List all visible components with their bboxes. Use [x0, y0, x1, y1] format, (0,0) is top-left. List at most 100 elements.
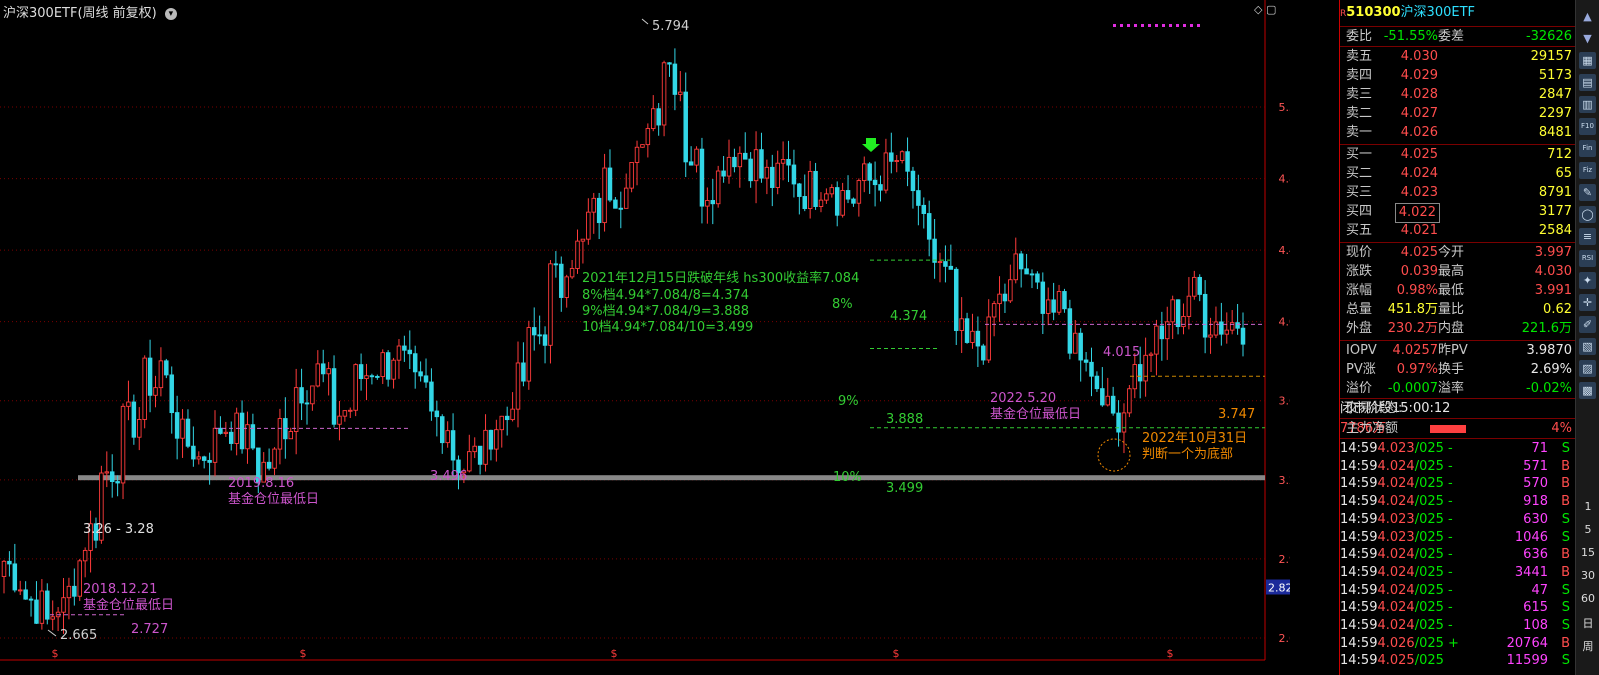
note-tool-icon[interactable]: ✎: [1579, 184, 1596, 201]
candle: [1056, 291, 1062, 313]
candle: [7, 560, 12, 565]
candle: [131, 401, 137, 438]
table-icon[interactable]: ▥: [1579, 96, 1596, 113]
candle: [1148, 353, 1154, 356]
pen-tool-icon[interactable]: ✐: [1579, 316, 1596, 333]
candle: [515, 362, 521, 410]
chart-title-text: 沪深300ETF(周线 前复权): [3, 6, 157, 21]
break-note-line1: 2021年12月15日跌破年线 hs300收益率7.084: [582, 270, 859, 286]
candle: [1051, 299, 1056, 313]
candle: [526, 327, 532, 382]
high-pointer: [641, 18, 649, 25]
period-button[interactable]: 1: [1576, 500, 1599, 513]
cross-tool-icon[interactable]: ✛: [1579, 294, 1596, 311]
tick-price: 4.023: [1377, 511, 1415, 527]
candle: [916, 190, 921, 206]
candle: [12, 563, 18, 591]
quote-name: 沪深300ETF: [1400, 5, 1475, 20]
candle: [1186, 295, 1192, 317]
ask-price: 4.028: [1400, 87, 1438, 102]
bid-price: 4.023: [1400, 185, 1438, 200]
candle: [218, 427, 223, 434]
bid-price: 4.021: [1400, 223, 1438, 238]
iopv-label: 溢率: [1438, 381, 1465, 396]
candle: [499, 415, 505, 431]
bars-tool-icon[interactable]: ▩: [1579, 382, 1596, 399]
y-tick-label: 3.627: [1279, 395, 1291, 408]
stat-label: 今开: [1438, 245, 1465, 260]
chart-tool-icon[interactable]: ▧: [1579, 338, 1596, 355]
tick-price: 4.024: [1377, 476, 1415, 492]
y-tick-label: 2.938: [1279, 553, 1291, 566]
candle: [737, 152, 743, 168]
period-button[interactable]: 5: [1576, 523, 1599, 536]
tick-price: 4.026: [1377, 635, 1415, 651]
stat-label: 涨跌: [1346, 264, 1373, 279]
circle-tool-icon[interactable]: ◯: [1579, 206, 1596, 223]
grid-icon[interactable]: ▦: [1579, 52, 1596, 69]
ask-row: 卖二 4.027 2297: [1340, 105, 1576, 123]
candle: [694, 148, 699, 166]
restore-icon[interactable]: ▢: [1266, 3, 1276, 16]
candle: [894, 160, 899, 162]
main-flow-bar: [1430, 425, 1466, 433]
candle: [66, 585, 72, 599]
ask-volume: 5173: [1538, 68, 1572, 83]
candle: [780, 158, 786, 164]
period-button[interactable]: 日: [1576, 615, 1599, 631]
weibi-label: 委比: [1346, 29, 1373, 44]
diamond-icon[interactable]: ◇: [1254, 3, 1262, 16]
candle: [72, 585, 77, 597]
candle: [845, 190, 851, 200]
kline-chart-panel[interactable]: 2.644 2.938 3.264 3.627 4.030 4.433 4.876 5.364…: [0, 0, 1290, 675]
candle: [483, 429, 488, 465]
tick-volume: 571: [1523, 458, 1548, 474]
bid-volume: 712: [1547, 147, 1572, 162]
x-period-marker: $: [52, 647, 59, 660]
note-label-2019: 基金仓位最低日: [228, 491, 319, 507]
candle: [710, 200, 716, 205]
candle: [1143, 354, 1148, 382]
f10-tool-icon[interactable]: F10: [1579, 118, 1596, 135]
lines-tool-icon[interactable]: ≡: [1579, 228, 1596, 245]
candle: [126, 401, 131, 407]
fiz-tool-icon[interactable]: Fiz: [1579, 162, 1596, 179]
kline-chart[interactable]: 2.644 2.938 3.264 3.627 4.030 4.433 4.876 5.364…: [0, 0, 1290, 675]
x-period-marker: $: [611, 647, 618, 660]
up-icon[interactable]: ▲: [1579, 8, 1596, 25]
star-tool-icon[interactable]: ✦: [1579, 272, 1596, 289]
period-button[interactable]: 30: [1576, 569, 1599, 582]
value-label-3888: 3.888: [886, 412, 923, 427]
period-button[interactable]: 60: [1576, 592, 1599, 605]
candle: [1035, 273, 1040, 283]
tick-price: 4.023: [1377, 441, 1415, 456]
sheet-icon[interactable]: ▤: [1579, 74, 1596, 91]
period-button[interactable]: 周: [1576, 638, 1599, 654]
candle: [905, 151, 910, 172]
candle: [721, 170, 726, 177]
candle: [764, 166, 770, 179]
candle: [948, 265, 954, 270]
candle: [1, 560, 7, 577]
chart2-tool-icon[interactable]: ▨: [1579, 360, 1596, 377]
tick-row: 14:594.024/025 - 108 S: [1340, 617, 1576, 635]
date-label-2022: 2022.5.20: [990, 391, 1056, 406]
chevron-down-icon[interactable]: ▾: [164, 8, 177, 20]
candle: [201, 456, 207, 461]
candle: [943, 261, 948, 267]
candle: [207, 459, 212, 463]
candle: [580, 238, 586, 242]
quote-code: 510300: [1346, 5, 1401, 20]
tick-row: 14:594.023/025 - 630 S: [1340, 511, 1576, 529]
tick-price: 4.025: [1377, 653, 1415, 669]
candle: [288, 431, 294, 440]
rsi-tool-icon[interactable]: RSI: [1579, 250, 1596, 267]
candle: [786, 158, 791, 166]
divider: [1340, 340, 1576, 341]
candle: [829, 187, 835, 195]
fin-tool-icon[interactable]: Fin: [1579, 140, 1596, 157]
candle: [986, 316, 991, 361]
stat-label: 现价: [1346, 245, 1373, 260]
down-icon[interactable]: ▼: [1579, 30, 1596, 47]
period-button[interactable]: 15: [1576, 546, 1599, 559]
